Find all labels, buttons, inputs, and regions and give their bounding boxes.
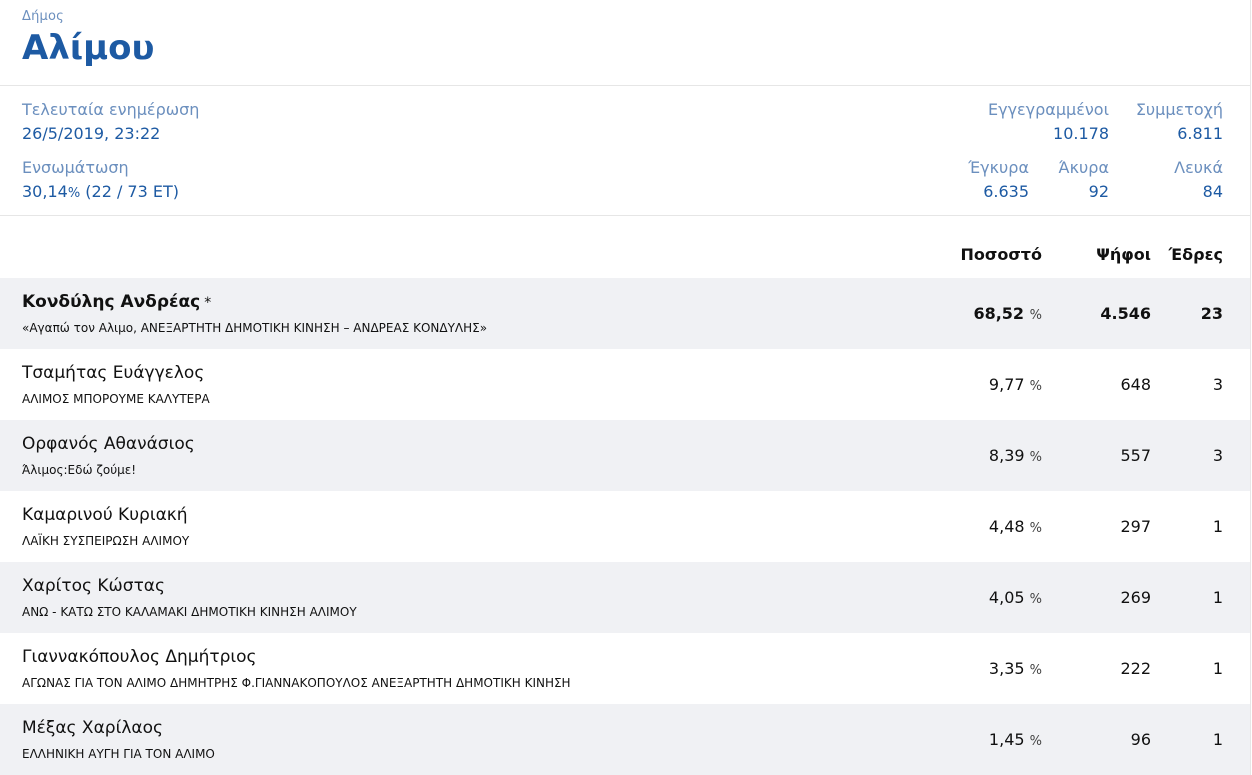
table-row: Γιαννακόπουλος Δημήτριος ΑΓΩΝΑΣ ΓΙΑ ΤΟΝ … xyxy=(0,633,1250,704)
integration-value: 30,14% (22 / 73 ΕΤ) xyxy=(22,182,179,204)
header: Δήμος Αλίμου xyxy=(0,0,1250,86)
valid: Έγκυρα 6.635 xyxy=(968,158,1029,202)
percent-unit: % xyxy=(1029,379,1042,394)
invalid-value: 92 xyxy=(1088,182,1109,201)
column-header-seats: Έδρες xyxy=(1168,245,1223,264)
seats-cell: 1 xyxy=(1212,588,1223,607)
votes-cell: 297 xyxy=(1120,517,1151,536)
percent-unit: % xyxy=(1029,521,1042,536)
invalid-label: Άκυρα xyxy=(1058,158,1109,177)
party-name: ΑΓΩΝΑΣ ΓΙΑ ΤΟΝ ΑΛΙΜΟ ΔΗΜΗΤΡΗΣ Φ.ΓΙΑΝΝΑΚΟ… xyxy=(22,676,571,690)
invalid: Άκυρα 92 xyxy=(1059,158,1109,202)
seats-cell: 1 xyxy=(1212,659,1223,678)
blank-value: 84 xyxy=(1202,182,1223,201)
blank: Λευκά 84 xyxy=(1174,158,1223,202)
party-name: «Αγαπώ τον Αλιμο, ΑΝΕΞΑΡΤΗΤΗ ΔΗΜΟΤΙΚΗ ΚΙ… xyxy=(22,321,488,335)
party-name: ΑΝΩ - ΚΑΤΩ ΣΤΟ ΚΑΛΑΜΑΚΙ ΔΗΜΟΤΙΚΗ ΚΙΝΗΣΗ … xyxy=(22,605,357,619)
candidate-name: Τσαμήτας Ευάγγελος xyxy=(22,363,205,383)
area-type: Δήμος xyxy=(22,9,64,24)
valid-label: Έγκυρα xyxy=(968,158,1029,177)
integration-label: Ενσωμάτωση xyxy=(22,158,129,177)
percent-cell: 9,77 % xyxy=(989,375,1042,397)
percent-cell: 68,52 % xyxy=(973,304,1042,326)
percent-cell: 8,39 % xyxy=(989,446,1042,468)
percent-value: 4,48 xyxy=(988,517,1025,536)
turnout-label: Συμμετοχή xyxy=(1135,100,1223,119)
seats-cell: 23 xyxy=(1200,304,1223,323)
percent-value: 68,52 xyxy=(973,304,1025,323)
blank-label: Λευκά xyxy=(1174,158,1223,177)
seats-cell: 3 xyxy=(1212,375,1223,394)
candidate-name: Μέξας Χαρίλαος xyxy=(22,718,163,738)
votes-cell: 4.546 xyxy=(1100,304,1151,323)
seats-cell: 1 xyxy=(1212,730,1223,749)
candidate-name: Καμαρινού Κυριακή xyxy=(22,505,188,525)
table-row: Μέξας Χαρίλαος ΕΛΛΗΝΙΚΗ ΑΥΓΗ ΓΙΑ ΤΟΝ ΑΛΙ… xyxy=(0,704,1250,775)
percent-unit: % xyxy=(1029,734,1042,749)
last-update-label: Τελευταία ενημέρωση xyxy=(22,100,200,119)
percent-cell: 4,05 % xyxy=(989,588,1042,610)
registered-label: Εγγεγραμμένοι xyxy=(987,100,1109,119)
votes-cell: 269 xyxy=(1120,588,1151,607)
percent-unit: % xyxy=(1029,308,1042,323)
table-row: Ορφανός Αθανάσιος Άλιμος:Εδώ ζούμε! 8,39… xyxy=(0,420,1250,491)
integration-percent: 30,14 xyxy=(22,182,68,201)
candidate-name-text: Κονδύλης Ανδρέας xyxy=(22,292,201,312)
turnout-value: 6.811 xyxy=(1177,124,1223,143)
percent-cell: 3,35 % xyxy=(989,659,1042,681)
integration: Ενσωμάτωση 30,14% (22 / 73 ΕΤ) xyxy=(22,158,179,204)
table-row: Κονδύλης Ανδρέας * «Αγαπώ τον Αλιμο, ΑΝΕΞ… xyxy=(0,278,1250,349)
percent-value: 9,77 xyxy=(988,375,1025,394)
winner-marker: * xyxy=(204,295,212,311)
column-header-percent: Ποσοστό xyxy=(960,245,1043,264)
seats-cell: 3 xyxy=(1212,446,1223,465)
party-name: ΑΛΙΜΟΣ ΜΠΟΡΟΥΜΕ ΚΑΛΥΤΕΡΑ xyxy=(22,392,210,406)
votes-cell: 648 xyxy=(1120,375,1151,394)
table-row: Καμαρινού Κυριακή ΛΑΪΚΗ ΣΥΣΠΕΙΡΩΣΗ ΑΛΙΜΟ… xyxy=(0,491,1250,562)
votes-cell: 96 xyxy=(1130,730,1151,749)
percent-value: 8,39 xyxy=(988,446,1025,465)
results-table: Κονδύλης Ανδρέας * «Αγαπώ τον Αλιμο, ΑΝΕΞ… xyxy=(0,278,1250,775)
seats-cell: 1 xyxy=(1212,517,1223,536)
percent-value: 3,35 xyxy=(988,659,1025,678)
stats-panel: Τελευταία ενημέρωση 26/5/2019, 23:22 Ενσ… xyxy=(0,86,1250,216)
party-name: Άλιμος:Εδώ ζούμε! xyxy=(22,463,137,477)
percent-unit: % xyxy=(1029,592,1042,607)
percent-cell: 1,45 % xyxy=(989,730,1042,752)
results-table-header: Ποσοστό Ψήφοι Έδρες xyxy=(0,216,1250,278)
integration-detail: (22 / 73 ΕΤ) xyxy=(85,182,179,201)
column-header-votes: Ψήφοι xyxy=(1096,245,1151,264)
integration-unit: % xyxy=(67,186,81,201)
last-update: Τελευταία ενημέρωση 26/5/2019, 23:22 xyxy=(22,100,199,144)
candidate-name: Χαρίτος Κώστας xyxy=(22,576,165,596)
party-name: ΛΑΪΚΗ ΣΥΣΠΕΙΡΩΣΗ ΑΛΙΜΟΥ xyxy=(22,534,190,548)
registered-value: 10.178 xyxy=(1053,124,1109,143)
last-update-value: 26/5/2019, 23:22 xyxy=(22,124,161,143)
percent-value: 4,05 xyxy=(988,588,1025,607)
table-row: Τσαμήτας Ευάγγελος ΑΛΙΜΟΣ ΜΠΟΡΟΥΜΕ ΚΑΛΥΤ… xyxy=(0,349,1250,420)
candidate-name: Κονδύλης Ανδρέας * xyxy=(22,292,211,313)
votes-cell: 557 xyxy=(1120,446,1151,465)
percent-unit: % xyxy=(1029,450,1042,465)
results-page: Δήμος Αλίμου Τελευταία ενημέρωση 26/5/20… xyxy=(0,0,1251,775)
party-name: ΕΛΛΗΝΙΚΗ ΑΥΓΗ ΓΙΑ ΤΟΝ ΑΛΙΜΟ xyxy=(22,747,215,761)
table-row: Χαρίτος Κώστας ΑΝΩ - ΚΑΤΩ ΣΤΟ ΚΑΛΑΜΑΚΙ Δ… xyxy=(0,562,1250,633)
votes-cell: 222 xyxy=(1120,659,1151,678)
area-name: Αλίμου xyxy=(22,28,155,68)
percent-value: 1,45 xyxy=(988,730,1025,749)
registered: Εγγεγραμμένοι 10.178 xyxy=(988,100,1109,144)
candidate-name: Γιαννακόπουλος Δημήτριος xyxy=(22,647,257,667)
turnout: Συμμετοχή 6.811 xyxy=(1136,100,1223,144)
valid-value: 6.635 xyxy=(983,182,1029,201)
percent-cell: 4,48 % xyxy=(989,517,1042,539)
percent-unit: % xyxy=(1029,663,1042,678)
candidate-name: Ορφανός Αθανάσιος xyxy=(22,434,195,454)
